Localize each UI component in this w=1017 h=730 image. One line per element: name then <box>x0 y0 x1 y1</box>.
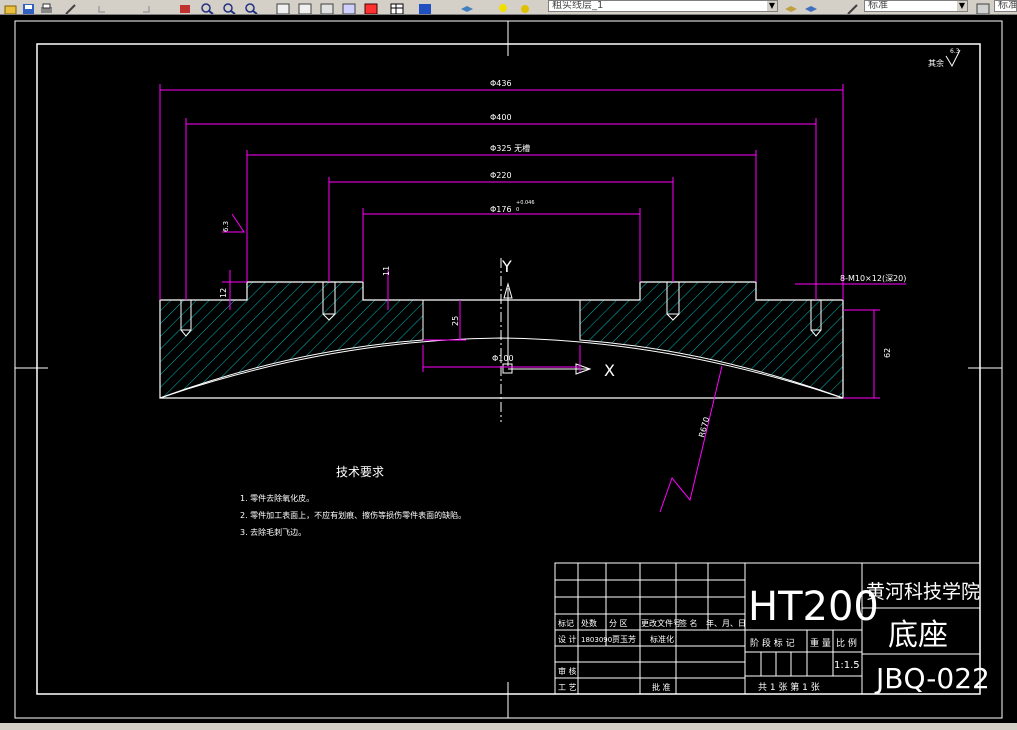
dim-roughness-left: 6.3 <box>222 221 230 232</box>
print-icon[interactable] <box>40 0 54 13</box>
requirements-title: 技术要求 <box>336 465 384 479</box>
pen-icon[interactable] <box>64 0 78 14</box>
lock-icon[interactable] <box>518 0 532 13</box>
style-select[interactable]: 标准 ▼ <box>864 0 968 12</box>
weight-label: 重 量 <box>810 637 831 649</box>
drawing-canvas[interactable]: 其余 6.3 Y X Φ436 Φ400 Φ325 无槽 Φ220 Φ176 +… <box>0 14 1017 723</box>
part-name: 底座 <box>888 618 948 653</box>
design-number: 1803090 <box>581 636 612 644</box>
requirement-item-1: 1. 零件去除氧化皮。 <box>240 493 314 503</box>
dim-h12: 12 <box>219 288 228 298</box>
col-header-date: 年、月、日 <box>706 618 746 628</box>
dim-d100: Φ100 <box>492 354 514 363</box>
zoom-out-icon[interactable] <box>222 0 236 14</box>
review-label: 审 核 <box>558 666 577 676</box>
col-header-change: 更改文件号 <box>641 618 681 628</box>
requirement-item-3: 3. 去除毛刺飞边。 <box>240 527 306 537</box>
help-icon[interactable] <box>418 0 432 14</box>
material-label: HT200 <box>748 584 879 630</box>
undo-icon[interactable] <box>96 0 110 13</box>
dim-d220: Φ220 <box>490 171 512 180</box>
col-header-count: 处数 <box>581 618 597 628</box>
chevron-down-icon[interactable]: ▼ <box>767 1 777 11</box>
stage-label: 阶 段 标 记 <box>750 637 795 649</box>
requirement-item-2: 2. 零件加工表面上，不应有划痕、擦伤等损伤零件表面的缺陷。 <box>240 510 466 520</box>
dim-style-select-value: 标准 <box>998 0 1017 11</box>
surface-mark-label: 其余 <box>928 58 944 68</box>
dim-d176-tol-upper: +0.046 <box>516 200 535 206</box>
text-style-icon[interactable] <box>276 0 290 14</box>
dim-style-icon[interactable] <box>976 0 990 14</box>
zoom-in-icon[interactable] <box>200 0 214 14</box>
dim-r670: R670 <box>697 416 711 438</box>
dim-h25: 25 <box>451 316 460 326</box>
zoom-window-icon[interactable] <box>244 0 258 14</box>
dim-h62: 62 <box>883 348 892 358</box>
dim-h11: 11 <box>382 266 391 276</box>
col-header-mark: 标记 <box>558 618 574 628</box>
layer-select-value: 粗实线层_1 <box>552 0 604 11</box>
design-label: 设 计 <box>558 634 577 644</box>
layers-icon[interactable] <box>460 0 474 12</box>
axis-y-label: Y <box>501 257 512 276</box>
style-select-value: 标准 <box>868 0 888 11</box>
dim-holes: 8-M10×12(深20) <box>840 274 906 283</box>
dim-style-select[interactable]: 标准 <box>994 0 1017 12</box>
redo-icon[interactable] <box>138 0 152 13</box>
pan-icon[interactable] <box>178 0 192 13</box>
block-icon[interactable] <box>342 0 356 14</box>
table-icon[interactable] <box>390 0 404 14</box>
toolbar: 粗实线层_1 ▼ 标准 ▼ 标准 <box>0 0 1017 15</box>
axis-x-label: X <box>604 361 615 380</box>
sheet-count: 共 1 张 第 1 张 <box>758 681 820 693</box>
designer-name: 贾玉芳 <box>612 634 636 644</box>
dim-d176-tol-lower: 0 <box>516 207 519 213</box>
scale-label: 比 例 <box>836 637 857 649</box>
drawing-number: JBQ-022 <box>874 662 990 695</box>
surface-mark-value: 6.3 <box>950 48 960 55</box>
properties-icon[interactable] <box>298 0 312 14</box>
open-file-icon[interactable] <box>4 0 18 14</box>
dim-d176: Φ176 <box>490 205 512 214</box>
dim-d400: Φ400 <box>490 113 512 122</box>
style-icon[interactable] <box>846 0 860 14</box>
process-label: 工 艺 <box>558 683 577 692</box>
status-bar <box>0 723 1017 730</box>
layer-tool-icon[interactable] <box>784 0 798 12</box>
save-icon[interactable] <box>22 0 36 14</box>
standardize-label: 标准化 <box>650 634 674 644</box>
chevron-down-icon[interactable]: ▼ <box>957 1 967 11</box>
scale-value: 1:1.5 <box>834 660 860 671</box>
dim-d436: Φ436 <box>490 79 512 88</box>
layer-tool-2-icon[interactable] <box>804 0 818 12</box>
layer-manager-icon[interactable] <box>320 0 334 14</box>
record-icon[interactable] <box>364 0 378 14</box>
school-name: 黄河科技学院 <box>866 581 980 603</box>
col-header-sign: 签 名 <box>679 618 698 628</box>
dim-d325: Φ325 无槽 <box>490 143 530 153</box>
layer-select[interactable]: 粗实线层_1 ▼ <box>548 0 778 12</box>
col-header-zone: 分 区 <box>609 619 628 628</box>
approve-label: 批 准 <box>652 682 671 692</box>
bulb-icon[interactable] <box>496 0 510 12</box>
